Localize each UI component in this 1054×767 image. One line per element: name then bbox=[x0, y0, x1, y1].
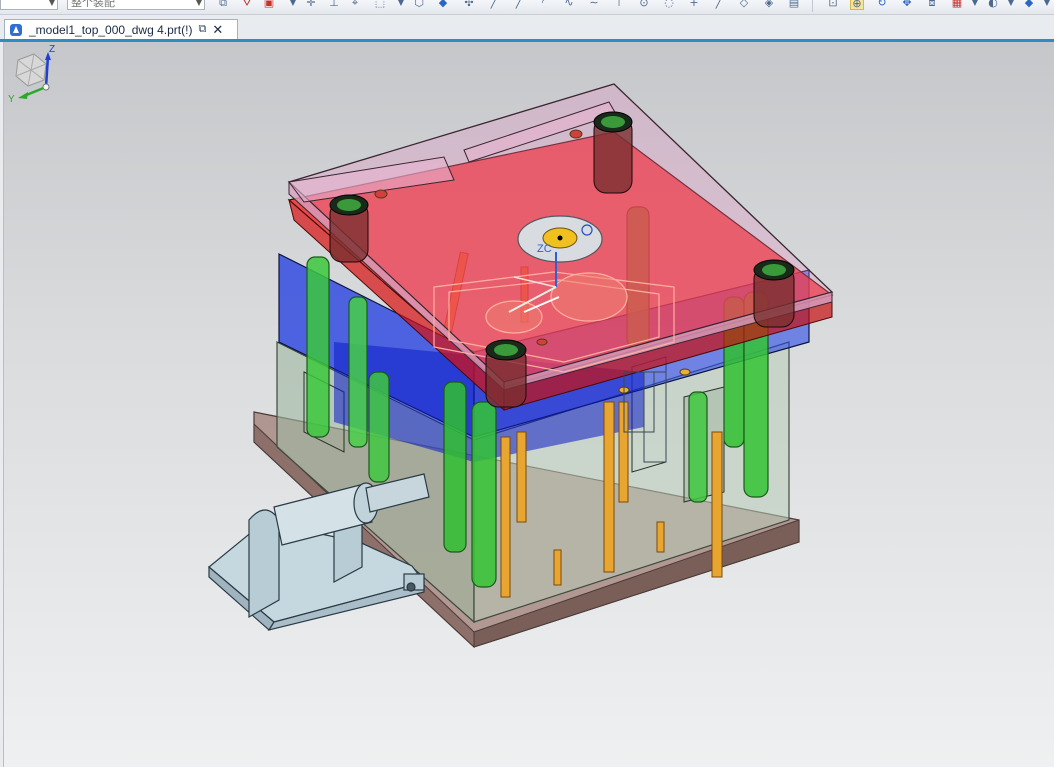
filter-icon[interactable]: ⛛ bbox=[240, 0, 254, 10]
render-style-icon[interactable]: ▦ bbox=[950, 0, 964, 10]
shaded-view-icon[interactable]: ◆ bbox=[1022, 0, 1036, 10]
document-tab-bar: _model1_top_000_dwg 4.prt(!) ⧉ ✕ bbox=[0, 18, 1054, 42]
chevron-down-icon[interactable]: ▼ bbox=[1040, 0, 1054, 10]
rotate-icon[interactable]: ↻ bbox=[875, 0, 889, 10]
sheet-icon[interactable]: ◈ bbox=[762, 0, 776, 10]
center-icon[interactable]: ⊙ bbox=[637, 0, 651, 10]
solid-body-icon[interactable]: ◆ bbox=[436, 0, 450, 10]
modified-window-icon[interactable]: ⧉ bbox=[198, 23, 206, 36]
snap-point-icon[interactable]: ✛ bbox=[304, 0, 318, 10]
view-triad[interactable]: Z Y bbox=[4, 42, 64, 112]
feature-icon[interactable]: ✣ bbox=[462, 0, 476, 10]
quadrant-icon[interactable]: ◌ bbox=[662, 0, 676, 10]
pan-icon[interactable]: ✥ bbox=[900, 0, 914, 10]
assembly-scope-value: 整个装配 bbox=[71, 0, 115, 9]
mold-assembly-model[interactable]: ZC bbox=[4, 42, 1054, 767]
face-icon[interactable]: ◇ bbox=[737, 0, 751, 10]
view-orient-icon[interactable]: ⧈ bbox=[925, 0, 939, 10]
toolbar: ▼ 整个装配 ▼ ⧉ ⛛ ▣ ▼ ✛ ⊥ ⌖ ⬚ ▼ ⬡ ◆ ✣ ╱ ╱ ◜ ∿… bbox=[0, 0, 1054, 15]
z-axis bbox=[44, 55, 50, 88]
chevron-down-icon[interactable]: ▼ bbox=[286, 0, 300, 10]
bushing bbox=[485, 339, 527, 408]
bushing bbox=[329, 194, 369, 263]
tangent-icon[interactable]: ╱ bbox=[712, 0, 726, 10]
component-icon[interactable]: ▤ bbox=[787, 0, 801, 10]
zoom-icon[interactable]: ⊕ bbox=[850, 0, 864, 10]
intersection-icon[interactable]: ⊤ bbox=[612, 0, 626, 10]
toolbar-separator bbox=[812, 0, 813, 12]
close-tab-button[interactable]: ✕ bbox=[212, 22, 223, 38]
selection-filter-combo[interactable]: ▼ bbox=[0, 0, 58, 10]
triad-z-label: Z bbox=[49, 44, 55, 55]
document-tab[interactable]: _model1_top_000_dwg 4.prt(!) ⧉ ✕ bbox=[4, 19, 238, 39]
snap-mid-icon[interactable]: ⌖ bbox=[348, 0, 362, 10]
snap-end-icon[interactable]: ⊥ bbox=[327, 0, 341, 10]
chevron-down-icon[interactable]: ▼ bbox=[394, 0, 408, 10]
select-box-icon[interactable]: ▣ bbox=[262, 0, 276, 10]
curve-icon[interactable]: ∼ bbox=[587, 0, 601, 10]
chevron-down-icon[interactable]: ▼ bbox=[968, 0, 982, 10]
document-tab-title: _model1_top_000_dwg 4.prt(!) bbox=[29, 22, 193, 37]
part-file-icon bbox=[10, 23, 22, 36]
spline-icon[interactable]: ∿ bbox=[562, 0, 576, 10]
bushing bbox=[593, 111, 633, 194]
bushing bbox=[753, 259, 795, 328]
wcs-label: ZC bbox=[537, 243, 552, 255]
body-icon[interactable]: ⬡ bbox=[412, 0, 426, 10]
chevron-down-icon[interactable]: ▼ bbox=[1004, 0, 1018, 10]
chevron-down-icon: ▼ bbox=[195, 0, 202, 7]
assembly-scope-combo[interactable]: 整个装配 ▼ bbox=[67, 0, 205, 10]
chevron-down-icon: ▼ bbox=[48, 0, 55, 7]
line-icon[interactable]: ╱ bbox=[487, 0, 501, 10]
edge-display-icon[interactable]: ◐ bbox=[986, 0, 1000, 10]
edge-icon[interactable]: ╱ bbox=[512, 0, 526, 10]
graphics-viewport[interactable]: ZC Z Y bbox=[3, 42, 1054, 767]
point-icon[interactable]: + bbox=[687, 0, 701, 10]
locating-ring[interactable] bbox=[517, 215, 603, 263]
zoom-fit-icon[interactable]: ⊡ bbox=[826, 0, 840, 10]
arc-icon[interactable]: ◜ bbox=[537, 0, 551, 10]
select-component-icon[interactable]: ⧉ bbox=[216, 0, 230, 10]
triad-y-label: Y bbox=[8, 94, 15, 105]
rectangle-select-icon[interactable]: ⬚ bbox=[373, 0, 387, 10]
